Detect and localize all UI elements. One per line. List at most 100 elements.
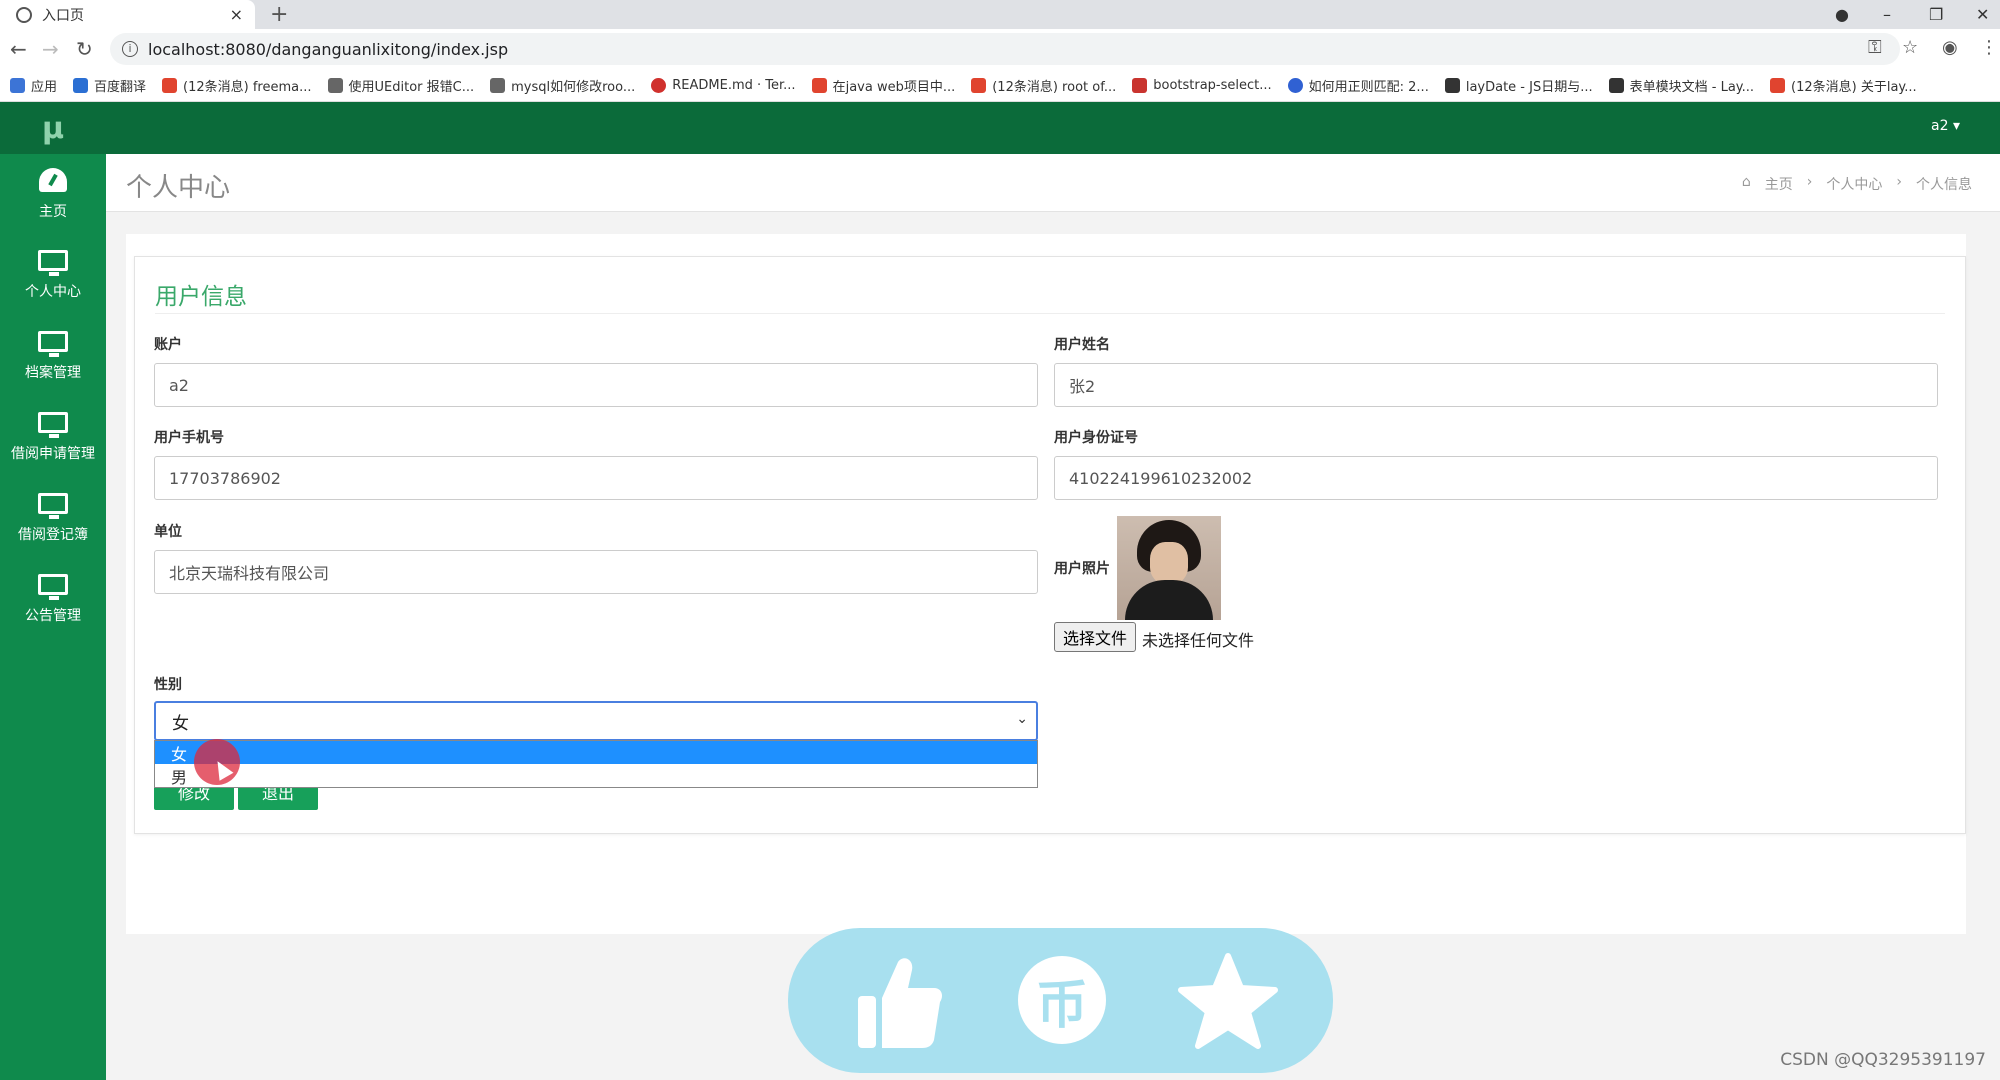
reload-icon[interactable]: ↻ (76, 37, 93, 61)
breadcrumb-home[interactable]: 主页 (1765, 174, 1793, 194)
unit-field-group: 单位 北京天瑞科技有限公司 (154, 521, 1038, 594)
bookmark-favicon-icon (162, 77, 178, 93)
user-photo (1117, 516, 1221, 620)
phone-input[interactable]: 17703786902 (154, 456, 1038, 500)
account-field-group: 账户 a2 (154, 334, 1038, 407)
account-icon[interactable]: ◉ (1942, 37, 1958, 58)
gender-selected-value: 女 (172, 713, 189, 734)
bookmark-favicon-icon (1444, 77, 1460, 93)
bookmark-favicon-icon (651, 77, 667, 93)
sidebar-item-borrow-register[interactable]: 借阅登记簿 (0, 478, 106, 559)
profile-icon[interactable]: ● (1835, 0, 1849, 29)
user-menu[interactable]: a2 ▾ (1931, 118, 1960, 134)
bookmark-favicon-icon (73, 77, 89, 93)
gender-option-male[interactable]: 男 (155, 764, 1037, 787)
breadcrumb: ⌂ 主页 › 个人中心 › 个人信息 (1742, 174, 1972, 194)
bookmark-item[interactable]: (12条消息) 关于lay... (1770, 76, 1917, 95)
bookmark-item[interactable]: 使用UEditor 报错C... (327, 76, 474, 95)
bookmark-favicon-icon (1608, 77, 1624, 93)
browser-tab[interactable]: 入口页 × (0, 0, 255, 29)
divider (155, 313, 1945, 314)
new-tab-button[interactable]: + (270, 0, 288, 29)
account-label: 账户 (154, 337, 182, 353)
tab-title: 入口页 (42, 7, 84, 24)
choose-file-button[interactable]: 选择文件 (1054, 622, 1137, 652)
key-icon[interactable]: ⚿ (1868, 37, 1882, 58)
coin-icon[interactable]: 币 (1018, 956, 1106, 1044)
monitor-icon (38, 412, 68, 438)
bookmark-item[interactable]: README.md · Ter... (651, 77, 796, 93)
gender-select[interactable]: 女 ⌄ (154, 701, 1038, 741)
watermark: CSDN @QQ3295391197 (1780, 1050, 1986, 1070)
sidebar-item-personal-center[interactable]: 个人中心 (0, 235, 106, 316)
star-bookmark-icon[interactable]: ☆ (1902, 37, 1918, 58)
panel-title: 用户信息 (155, 284, 247, 310)
bookmarks-bar: 应用 百度翻译 (12条消息) freema... 使用UEditor 报错C.… (0, 69, 2000, 102)
idcard-label: 用户身份证号 (1054, 430, 1138, 446)
bookmark-item[interactable]: (12条消息) root of... (971, 76, 1116, 95)
bookmark-item[interactable]: mysql如何修改roo... (490, 76, 635, 95)
bookmark-favicon-icon (327, 77, 343, 93)
idcard-field-group: 用户身份证号 410224199610232002 (1054, 427, 1938, 500)
bookmark-favicon-icon (1287, 77, 1303, 93)
idcard-input[interactable]: 410224199610232002 (1054, 456, 1938, 500)
browser-tab-strip: 入口页 × + ● – ❐ ✕ (0, 0, 2000, 29)
unit-input[interactable]: 北京天瑞科技有限公司 (154, 550, 1038, 594)
bookmark-item[interactable]: 如何用正则匹配: 2... (1287, 76, 1429, 95)
gender-dropdown-list: 女 男 (154, 740, 1038, 788)
sidebar: μ 主页 个人中心 档案管理 借阅申请管理 借阅登记簿 公告管理 (0, 102, 106, 1080)
apps-grid-icon (10, 77, 25, 93)
bookmark-item[interactable]: 百度翻译 (73, 76, 146, 95)
page-title: 个人中心 (126, 173, 231, 203)
monitor-icon (38, 493, 68, 519)
site-info-icon[interactable]: i (122, 41, 138, 57)
bookmark-item[interactable]: 在java web项目中... (811, 76, 955, 95)
sidebar-item-home[interactable]: 主页 (0, 154, 106, 235)
globe-icon (16, 6, 32, 23)
unit-label: 单位 (154, 524, 182, 540)
bookmark-item[interactable]: (12条消息) freema... (162, 76, 312, 95)
bookmark-favicon-icon (811, 77, 827, 93)
name-label: 用户姓名 (1054, 337, 1110, 353)
page-header: 个人中心 ⌂ 主页 › 个人中心 › 个人信息 (106, 154, 2000, 212)
menu-kebab-icon[interactable]: ⋮ (1980, 37, 1998, 58)
sidebar-item-archives[interactable]: 档案管理 (0, 316, 106, 397)
sidebar-item-announcements[interactable]: 公告管理 (0, 559, 106, 640)
url-field[interactable]: i localhost:8080/danganguanlixitong/inde… (110, 33, 1900, 65)
gender-label: 性别 (154, 677, 182, 693)
address-bar-row: ← → ↻ i localhost:8080/danganguanlixiton… (0, 29, 2000, 69)
gender-option-female[interactable]: 女 (155, 741, 1037, 764)
no-file-text: 未选择任何文件 (1142, 631, 1255, 650)
minimize-button[interactable]: – (1883, 0, 1891, 29)
account-input[interactable]: a2 (154, 363, 1038, 407)
breadcrumb-current: 个人信息 (1916, 177, 1972, 193)
url-text: localhost:8080/danganguanlixitong/index.… (148, 39, 509, 59)
monitor-icon (38, 574, 68, 600)
breadcrumb-separator: › (1896, 174, 1902, 190)
monitor-icon (38, 331, 68, 357)
bookmark-item[interactable]: 应用 (10, 76, 57, 95)
bookmark-item[interactable]: layDate - JS日期与... (1444, 76, 1593, 95)
photo-label: 用户照片 (1054, 561, 1110, 577)
bookmark-favicon-icon (971, 77, 987, 93)
bookmark-favicon-icon (1132, 77, 1148, 93)
restore-button[interactable]: ❐ (1929, 0, 1943, 29)
brand-logo[interactable]: μ (0, 102, 106, 154)
home-icon: ⌂ (1741, 174, 1751, 190)
monitor-icon (38, 250, 68, 276)
breadcrumb-personal-center[interactable]: 个人中心 (1826, 174, 1882, 194)
bookmark-favicon-icon (490, 77, 506, 93)
bookmark-item[interactable]: bootstrap-select... (1132, 77, 1272, 93)
bookmark-item[interactable]: 表单模块文档 - Lay... (1608, 76, 1754, 95)
window-close-button[interactable]: ✕ (1976, 0, 1989, 29)
forward-arrow-icon[interactable]: → (42, 37, 59, 61)
phone-label: 用户手机号 (154, 430, 224, 446)
back-arrow-icon[interactable]: ← (10, 37, 27, 61)
breadcrumb-separator: › (1806, 174, 1813, 190)
name-input[interactable]: 张2 (1054, 363, 1938, 407)
star-favorite-icon[interactable] (1178, 952, 1278, 1052)
chevron-down-icon: ⌄ (1016, 711, 1028, 727)
tab-close-icon[interactable]: × (230, 5, 243, 24)
thumbs-up-icon[interactable] (858, 956, 942, 1048)
sidebar-item-borrow-requests[interactable]: 借阅申请管理 (0, 397, 106, 478)
